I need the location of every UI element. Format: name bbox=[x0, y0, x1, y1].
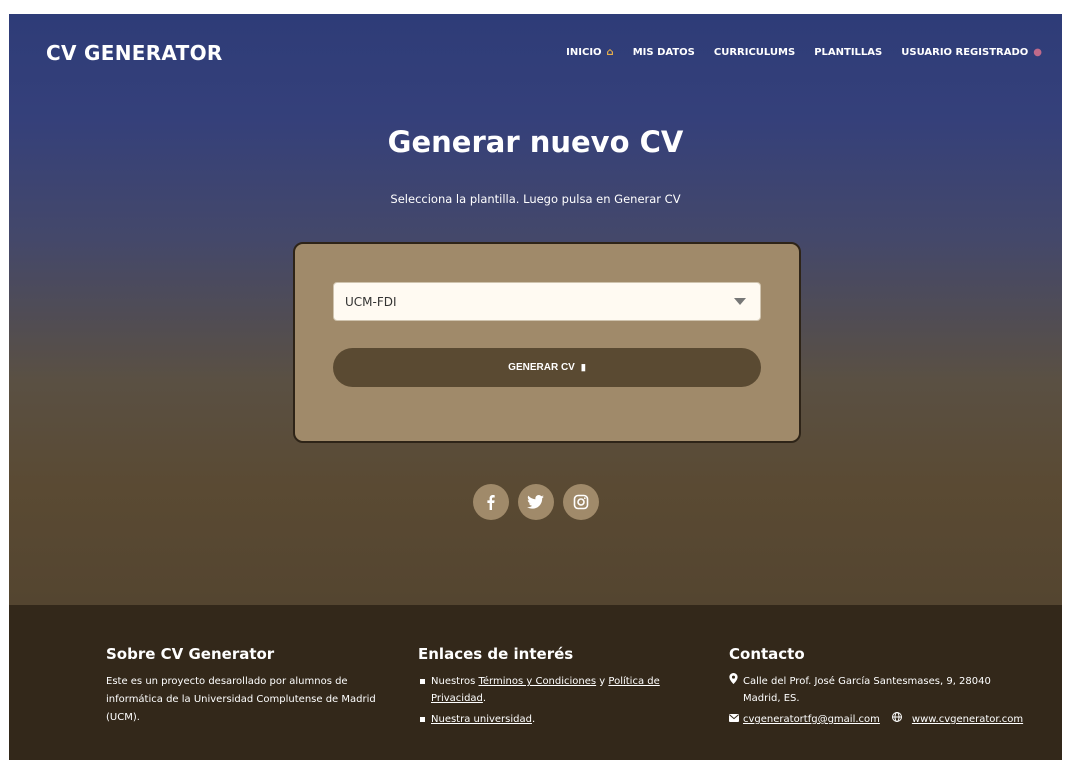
instagram-icon[interactable] bbox=[562, 484, 599, 520]
chevron-down-icon bbox=[734, 298, 746, 305]
nav-item-plantillas[interactable]: PLANTILLAS bbox=[814, 47, 882, 58]
footer-links: Enlaces de interés Nuestros Términos y C… bbox=[418, 645, 708, 732]
university-link[interactable]: Nuestra universidad bbox=[431, 714, 532, 725]
link-mid: y bbox=[596, 676, 609, 687]
footer-about: Sobre CV Generator Este es un proyecto d… bbox=[106, 645, 376, 727]
nav-item-mis-datos[interactable]: MIS DATOS bbox=[633, 47, 695, 58]
footer-about-text: Este es un proyecto desarollado por alum… bbox=[106, 676, 376, 723]
globe-icon bbox=[891, 711, 906, 728]
page-subtitle: Selecciona la plantilla. Luego pulsa en … bbox=[390, 192, 681, 206]
template-select-value: UCM-FDI bbox=[345, 294, 397, 309]
site-footer: Sobre CV Generator Este es un proyecto d… bbox=[9, 605, 1062, 760]
nav-label-mis-datos: MIS DATOS bbox=[632, 47, 695, 58]
link-suffix: . bbox=[531, 714, 536, 725]
template-select[interactable]: UCM-FDI bbox=[333, 282, 761, 321]
nav-label-curriculums: CURRICULUMS bbox=[713, 47, 796, 58]
page-title: Generar nuevo CV bbox=[387, 125, 684, 159]
footer-links-title: Enlaces de interés bbox=[418, 645, 574, 663]
generate-card: UCM-FDI GENERAR CV ▮ bbox=[293, 242, 801, 443]
contact-links-row: cvgeneratortfg@gmail.com www.cvgenerator… bbox=[729, 711, 1059, 728]
terms-link[interactable]: Términos y Condiciones bbox=[479, 676, 597, 687]
footer-about-title: Sobre CV Generator bbox=[106, 645, 275, 663]
map-pin-icon bbox=[729, 673, 743, 707]
envelope-icon bbox=[729, 711, 743, 728]
contact-address-row: Calle del Prof. José García Santesmases,… bbox=[729, 673, 1059, 707]
nav-label-inicio: INICIO bbox=[566, 47, 602, 58]
document-icon: ▮ bbox=[580, 362, 586, 372]
bullet-icon bbox=[420, 679, 425, 684]
contact-email-link[interactable]: cvgeneratortfg@gmail.com bbox=[743, 711, 880, 728]
facebook-icon[interactable] bbox=[472, 484, 509, 520]
link-prefix: Nuestros bbox=[431, 676, 479, 687]
main-nav: INICIO ⌂ MIS DATOS CURRICULUMS PLANTILLA… bbox=[566, 47, 1042, 58]
footer-link-text: Nuestros Términos y Condiciones y Políti… bbox=[431, 673, 708, 707]
footer-link-text: Nuestra universidad. bbox=[431, 711, 535, 728]
nav-label-plantillas: PLANTILLAS bbox=[814, 47, 883, 58]
nav-item-inicio[interactable]: INICIO ⌂ bbox=[566, 47, 614, 58]
site-logo[interactable]: CV GENERATOR bbox=[46, 41, 223, 65]
social-links bbox=[9, 484, 1062, 520]
hero-section: CV GENERATOR INICIO ⌂ MIS DATOS CURRICUL… bbox=[9, 14, 1062, 605]
page-frame: CV GENERATOR INICIO ⌂ MIS DATOS CURRICUL… bbox=[9, 14, 1062, 760]
contact-address: Calle del Prof. José García Santesmases,… bbox=[743, 676, 991, 704]
generate-cv-button[interactable]: GENERAR CV ▮ bbox=[333, 348, 761, 387]
footer-contact: Contacto Calle del Prof. José García San… bbox=[729, 645, 1059, 732]
twitter-icon[interactable] bbox=[517, 484, 554, 520]
nav-item-curriculums[interactable]: CURRICULUMS bbox=[714, 47, 795, 58]
nav-label-usuario: USUARIO REGISTRADO bbox=[901, 47, 1029, 58]
nav-item-usuario-registrado[interactable]: USUARIO REGISTRADO ● bbox=[901, 47, 1042, 58]
link-suffix: . bbox=[482, 693, 487, 704]
footer-link-item: Nuestros Términos y Condiciones y Políti… bbox=[418, 673, 708, 707]
footer-contact-title: Contacto bbox=[729, 645, 805, 663]
home-icon: ⌂ bbox=[606, 47, 614, 58]
generate-cv-label: GENERAR CV bbox=[508, 362, 575, 373]
user-icon: ● bbox=[1033, 47, 1042, 58]
bullet-icon bbox=[420, 717, 425, 722]
contact-website-link[interactable]: www.cvgenerator.com bbox=[912, 711, 1023, 728]
footer-link-item: Nuestra universidad. bbox=[418, 711, 708, 728]
